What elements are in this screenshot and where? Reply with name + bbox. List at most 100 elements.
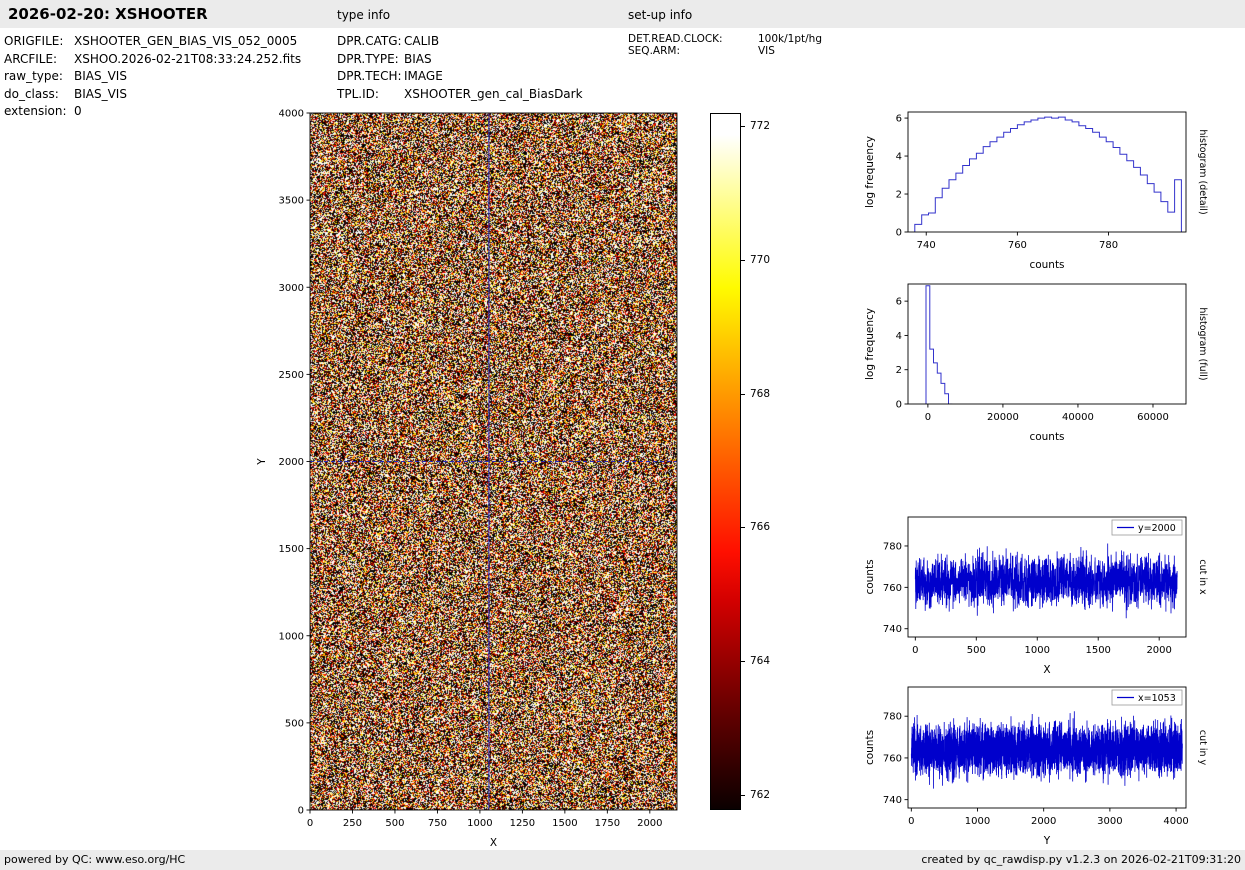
svg-text:1250: 1250 xyxy=(510,818,535,829)
info-row-read-clock: DET.READ.CLOCK: 100k/1pt/hg xyxy=(628,33,822,45)
svg-text:250: 250 xyxy=(343,818,362,829)
svg-text:2500: 2500 xyxy=(279,370,304,381)
colorbar-tick xyxy=(741,260,745,262)
cut-y-xlabel: Y xyxy=(1043,835,1051,847)
colorbar-tick-label: 762 xyxy=(750,788,771,801)
svg-text:1000: 1000 xyxy=(279,631,304,642)
info-row-dpr-type: DPR.TYPE: BIAS xyxy=(337,51,583,69)
cut-x-series xyxy=(914,543,1178,619)
info-value: BIAS_VIS xyxy=(74,86,127,101)
info-label: raw_type: xyxy=(4,69,63,83)
footer-bar: powered by QC: www.eso.org/HC created by… xyxy=(0,850,1245,870)
svg-text:0: 0 xyxy=(908,816,914,827)
svg-text:0: 0 xyxy=(298,806,304,817)
cut-x-right-label: cut in x xyxy=(1197,559,1208,595)
cut-y-series xyxy=(910,711,1183,789)
cut-x-y-axis: 740 760 780 xyxy=(883,541,908,635)
svg-text:0: 0 xyxy=(896,400,902,411)
main-image-xlabel: X xyxy=(490,837,497,849)
info-row-arcfile: ARCFILE: XSHOO.2026-02-21T08:33:24.252.f… xyxy=(4,51,301,69)
main-image-ylabel: Y xyxy=(256,458,268,466)
cut-x-ylabel: counts xyxy=(864,559,876,594)
info-row-raw-type: raw_type: BIAS_VIS xyxy=(4,68,301,86)
colorbar-tick-label: 764 xyxy=(750,654,771,667)
svg-text:2000: 2000 xyxy=(279,457,304,468)
footer-created-by: created by qc_rawdisp.py v1.2.3 on 2026-… xyxy=(921,853,1241,866)
cut-y-axes: 0 1000 2000 3000 4000 740 760 780 Ycounts cut in … xyxy=(864,686,1208,847)
svg-text:0: 0 xyxy=(896,228,902,239)
info-row-seq-arm: SEQ.ARM: VIS xyxy=(628,45,822,57)
hist-detail-axes: 740 760 780 0 2 4 6 counts log frequency histogra… xyxy=(864,111,1208,271)
svg-text:750: 750 xyxy=(428,818,447,829)
info-value: BIAS_VIS xyxy=(74,69,127,83)
svg-text:1500: 1500 xyxy=(552,818,577,829)
cut-in-x-plot: 0 500 1000 1500 2000 740 760 780 Xcounts cut in x… xyxy=(860,509,1212,687)
hist-detail-series xyxy=(914,116,1182,232)
footer-powered-by: powered by QC: www.eso.org/HC xyxy=(4,853,186,866)
svg-text:20000: 20000 xyxy=(987,412,1019,423)
main-image-y-axis: 0 500 1000 1500 2000 2500 3000 3500 4000 xyxy=(279,109,310,817)
hist-full-series xyxy=(925,285,953,404)
svg-text:780: 780 xyxy=(1099,240,1118,251)
svg-text:780: 780 xyxy=(883,712,902,723)
type-info-section-label: type info xyxy=(337,8,391,22)
info-value: XSHOOTER_gen_cal_BiasDark xyxy=(404,86,583,101)
svg-text:40000: 40000 xyxy=(1062,412,1094,423)
svg-text:1000: 1000 xyxy=(1025,645,1050,656)
info-value: BIAS xyxy=(404,51,432,66)
info-row-origfile: ORIGFILE: XSHOOTER_GEN_BIAS_VIS_052_0005 xyxy=(4,33,301,51)
svg-text:3500: 3500 xyxy=(279,196,304,207)
bias-image-plot: 0 250 500 750 1000 1250 1500 1750 2000 0 500 1000 15… xyxy=(252,107,687,860)
svg-text:500: 500 xyxy=(385,818,404,829)
svg-text:2000: 2000 xyxy=(1031,816,1056,827)
cut-y-ylabel: counts xyxy=(864,730,876,765)
colorbar-gradient xyxy=(710,113,741,810)
hist-detail-right-label: histogram (detail) xyxy=(1197,129,1208,214)
hist-full-xlabel: counts xyxy=(1029,431,1064,443)
info-row-dpr-tech: DPR.TECH: IMAGE xyxy=(337,68,583,86)
svg-text:6: 6 xyxy=(896,297,902,308)
svg-text:4: 4 xyxy=(896,331,902,342)
svg-text:2: 2 xyxy=(896,190,902,201)
svg-text:0: 0 xyxy=(925,412,931,423)
page-title: 2026-02-20: XSHOOTER xyxy=(8,5,208,23)
hist-full-right-label: histogram (full) xyxy=(1197,307,1208,380)
info-value: VIS xyxy=(758,45,775,57)
info-label: DPR.TECH: xyxy=(337,69,402,83)
svg-text:6: 6 xyxy=(896,114,902,125)
info-label: ARCFILE: xyxy=(4,51,58,66)
svg-text:60000: 60000 xyxy=(1137,412,1169,423)
svg-text:760: 760 xyxy=(883,753,902,764)
info-value: IMAGE xyxy=(404,69,443,83)
histogram-detail-plot: 740 760 780 0 2 4 6 counts log frequency histogra… xyxy=(860,104,1212,282)
svg-text:740: 740 xyxy=(883,795,902,806)
svg-text:4000: 4000 xyxy=(279,109,304,120)
histogram-full-plot: 0 20000 40000 60000 0 2 4 6 counts log frequency h… xyxy=(860,276,1212,454)
hist-full-axes: 0 20000 40000 60000 0 2 4 6 counts log frequency h… xyxy=(864,283,1208,443)
svg-text:1000: 1000 xyxy=(467,818,492,829)
info-value: 0 xyxy=(74,104,82,118)
cut-x-xlabel: X xyxy=(1043,664,1050,676)
qc-report-page: 2026-02-20: XSHOOTER type info set-up in… xyxy=(0,0,1245,870)
cut-y-legend: x=1053 xyxy=(1111,689,1183,706)
colorbar-tick xyxy=(741,660,745,662)
svg-text:740: 740 xyxy=(883,624,902,635)
svg-text:2000: 2000 xyxy=(1146,645,1171,656)
info-value: 100k/1pt/hg xyxy=(758,33,822,45)
hist-full-ylabel: log frequency xyxy=(864,308,876,380)
svg-text:1500: 1500 xyxy=(1085,645,1110,656)
info-row-dpr-catg: DPR.CATG: CALIB xyxy=(337,33,583,51)
svg-text:1750: 1750 xyxy=(595,818,620,829)
svg-text:1500: 1500 xyxy=(279,544,304,555)
svg-text:500: 500 xyxy=(285,718,304,729)
info-label: SEQ.ARM: xyxy=(628,45,680,57)
setup-info-section-label: set-up info xyxy=(628,8,693,22)
cut-y-right-label: cut in y xyxy=(1197,730,1208,766)
cut-y-y-axis: 740 760 780 xyxy=(883,712,908,806)
colorbar-tick xyxy=(741,794,745,796)
hist-detail-ylabel: log frequency xyxy=(864,136,876,208)
colorbar-tick-label: 768 xyxy=(750,387,771,400)
info-label: extension: xyxy=(4,104,67,118)
info-label: DPR.TYPE: xyxy=(337,51,399,66)
info-value: XSHOO.2026-02-21T08:33:24.252.fits xyxy=(74,51,302,66)
